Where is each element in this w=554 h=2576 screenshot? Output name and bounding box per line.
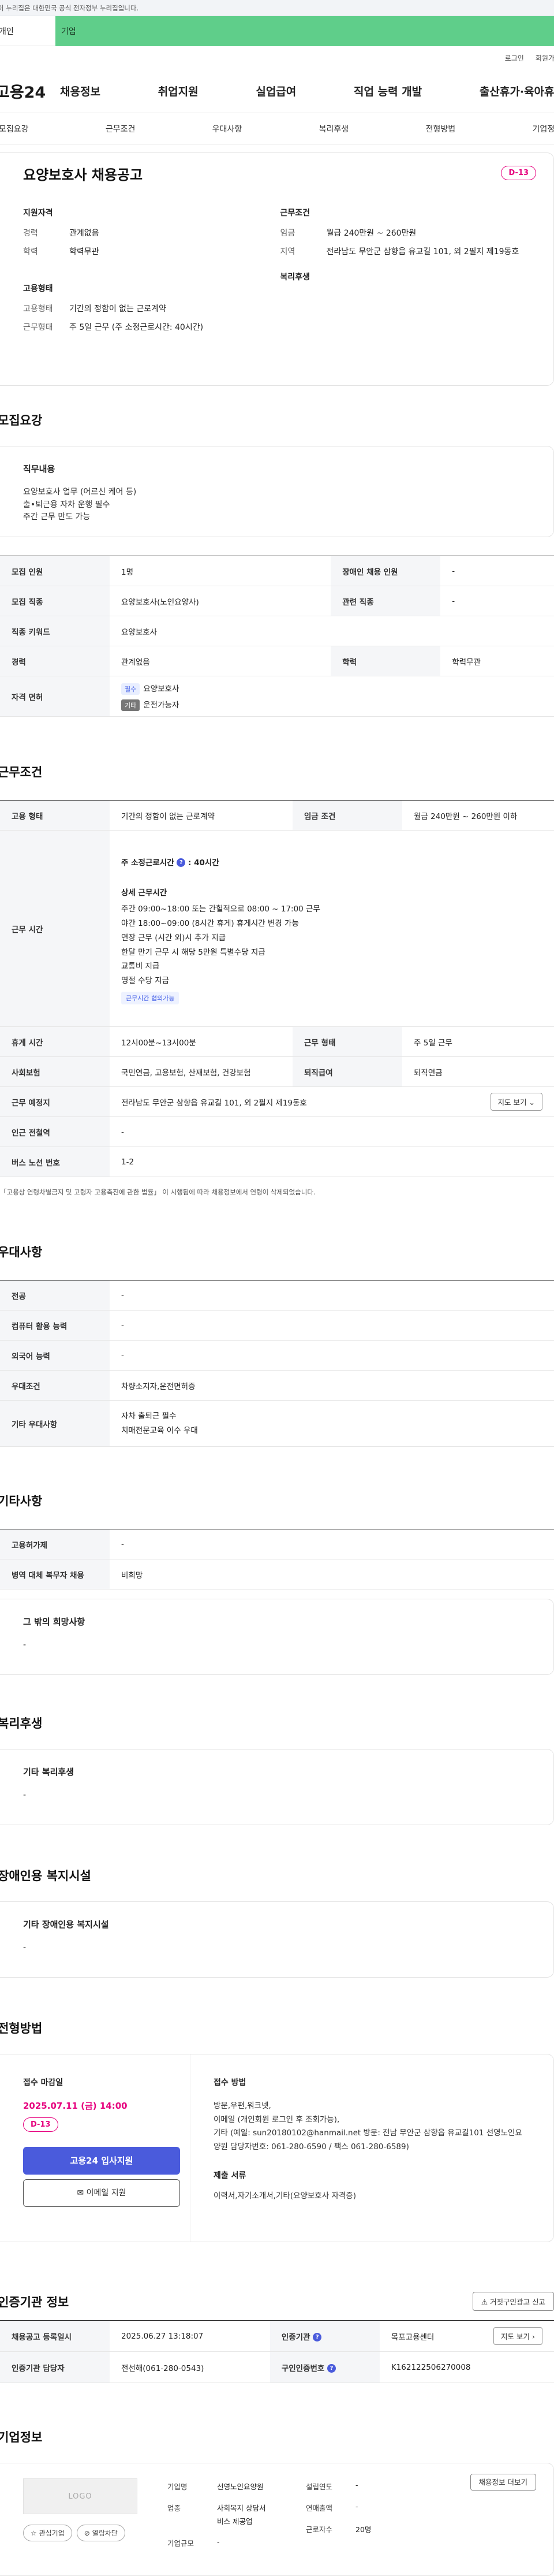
anchor-recruit[interactable]: 모집요강 [0, 123, 29, 135]
anchor-selection[interactable]: 전형방법 [426, 123, 456, 135]
welfare-section: 복리후생 기타 복리후생 - [0, 1714, 554, 1825]
gov-official-banner: 이 누리집은 대한민국 공식 전자정부 누리집입니다. [0, 0, 554, 16]
gnb-item-unemployment[interactable]: 실업급여 [256, 83, 296, 99]
chevron-down-icon: ⌄ [529, 1098, 535, 1107]
hours-negotiable-badge: 근무시간 협의가능 [121, 992, 179, 1005]
welfare-heading: 복리후생 [280, 272, 310, 282]
recruit-title: 모집요강 [0, 414, 43, 427]
job-title: 요양보호사 채용공고 [23, 167, 143, 183]
company-logo-placeholder: LOGO [23, 2478, 137, 2514]
gnb-item-employment-support[interactable]: 취업지원 [158, 83, 199, 99]
apply-box: 접수 마감일 2025.07.11 (금) 14:00 D-13 고용24 입사… [0, 2054, 554, 2242]
utility-links: 로그인 회원가입 [0, 46, 554, 69]
anchor-preference[interactable]: 우대사항 [212, 123, 242, 135]
disabled-facility-box: 기타 장애인용 복지시설 - [0, 1901, 554, 1978]
required-badge: 필수 [121, 683, 140, 695]
global-nav: 고용24 채용정보 취업지원 실업급여 직업 능력 개발 출산휴가·육아휴직 [0, 69, 554, 113]
help-icon[interactable]: ? [313, 2333, 322, 2342]
selection-section: 전형방법 접수 마감일 2025.07.11 (금) 14:00 D-13 고용… [0, 2019, 554, 2242]
agency-map-button[interactable]: 지도 보기 › [493, 2327, 542, 2345]
deadline-dday-badge: D-13 [23, 2117, 58, 2132]
favorite-company-button[interactable]: ☆ 관심기업 [23, 2525, 72, 2541]
block-icon: ⊘ [84, 2529, 90, 2537]
anchor-welfare[interactable]: 복리후생 [319, 123, 349, 135]
section-anchor-nav: 모집요강 근무조건 우대사항 복리후생 전형방법 기업정보 [0, 113, 554, 144]
tab-personal[interactable]: 개인 [0, 16, 55, 46]
signup-link[interactable]: 회원가입 [536, 53, 554, 63]
other-section: 기타사항 고용허가제 - 병역 대체 복무자 채용 비희망 그 밖의 희망사항 - [0, 1492, 554, 1675]
company-jobs-button[interactable]: 채용정보 더보기 [470, 2474, 536, 2491]
recruit-table: 모집 인원 1명 장애인 채용 인원 - 모집 직종 요양보호사(노인요양사) 관련 직종… [0, 556, 554, 717]
dday-badge: D-13 [501, 166, 536, 180]
qualification-heading: 지원자격 [23, 209, 53, 218]
welfare-box: 기타 복리후생 - [0, 1749, 554, 1825]
gnb-item-training[interactable]: 직업 능력 개발 [354, 83, 422, 99]
other-badge: 기타 [121, 699, 140, 711]
gnb-item-jobs[interactable]: 채용정보 [60, 83, 100, 99]
condition-section: 근무조건 고용 형태 기간의 정함이 없는 근로계약 임금 조건 월급 240만원 ~… [0, 763, 554, 1197]
map-view-button[interactable]: 지도 보기 ⌄ [490, 1093, 542, 1111]
job-summary-card: 요양보호사 채용공고 D-13 지원자격 경력 관계없음 학력 학력무관 고용형태 … [0, 152, 554, 386]
tab-corporate[interactable]: 기업 [55, 16, 554, 46]
disabled-facility-section: 장애인용 복지시설 기타 장애인용 복지시설 - [0, 1867, 554, 1978]
site-logo[interactable]: 고용24 [0, 80, 60, 102]
gnb-item-leave[interactable]: 출산휴가·육아휴직 [480, 83, 554, 99]
star-icon: ☆ [31, 2529, 37, 2537]
agency-table: 채용공고 등록일시 2025.06.27 13:18:07 인증기관 ? 목포고용센터… [0, 2320, 554, 2383]
help-icon[interactable]: ? [327, 2364, 336, 2373]
preference-section: 우대사항 전공 - 컴퓨터 활용 능력 - 외국어 능력 - 우대조건 차량소지자,운전… [0, 1243, 554, 1447]
email-apply-button[interactable]: ✉ 이메일 지원 [23, 2179, 180, 2207]
work-condition-heading: 근무조건 [280, 209, 310, 218]
company-box: LOGO ☆ 관심기업 ⊘ 열람차단 기업명 선영노인요양원 업종 사회복지 상담서… [0, 2463, 554, 2576]
login-link[interactable]: 로그인 [505, 53, 524, 63]
warning-icon: ⚠ [481, 2298, 488, 2306]
other-table: 고용허가제 - 병역 대체 복무자 채용 비희망 [0, 1529, 554, 1589]
chevron-right-icon: › [532, 2332, 535, 2341]
company-section: 기업정보 LOGO ☆ 관심기업 ⊘ 열람차단 기업명 선영노인요양원 업종 사회복… [0, 2428, 554, 2576]
member-type-tabs: 개인 기업 [0, 16, 554, 46]
anchor-company[interactable]: 기업정보 [532, 123, 554, 135]
recruit-section: 모집요강 직무내용 요양보호사 업무 (어르신 케어 등) 출•퇴근용 자차 운… [0, 411, 554, 717]
help-icon[interactable]: ? [177, 858, 186, 868]
agency-section: 인증기관 정보 ⚠ 거짓구인광고 신고 채용공고 등록일시 2025.06.27 … [0, 2292, 554, 2383]
extra-wish-box: 그 밖의 희망사항 - [0, 1599, 554, 1675]
preference-table: 전공 - 컴퓨터 활용 능력 - 외국어 능력 - 우대조건 차량소지자,운전면허증 기… [0, 1280, 554, 1447]
duty-box: 직무내용 요양보호사 업무 (어르신 케어 등) 출•퇴근용 자차 운행 필수 … [0, 446, 554, 537]
block-view-button[interactable]: ⊘ 열람차단 [76, 2525, 125, 2541]
deadline-date: 2025.07.11 (금) 14:00 [23, 2101, 128, 2111]
false-ad-report-button[interactable]: ⚠ 거짓구인광고 신고 [472, 2292, 554, 2311]
age-discrimination-note: 「고용상 연령차별금지 및 고령자 고용촉진에 관한 법률」 이 시행됨에 따라… [0, 1188, 316, 1196]
condition-table: 고용 형태 기간의 정함이 없는 근로계약 임금 조건 월급 240만원 ~ 260만… [0, 800, 554, 1177]
anchor-conditions[interactable]: 근무조건 [106, 123, 136, 135]
apply-button[interactable]: 고용24 입사지원 [23, 2147, 180, 2175]
employment-type-heading: 고용형태 [23, 284, 53, 293]
mail-icon: ✉ [77, 2188, 84, 2198]
